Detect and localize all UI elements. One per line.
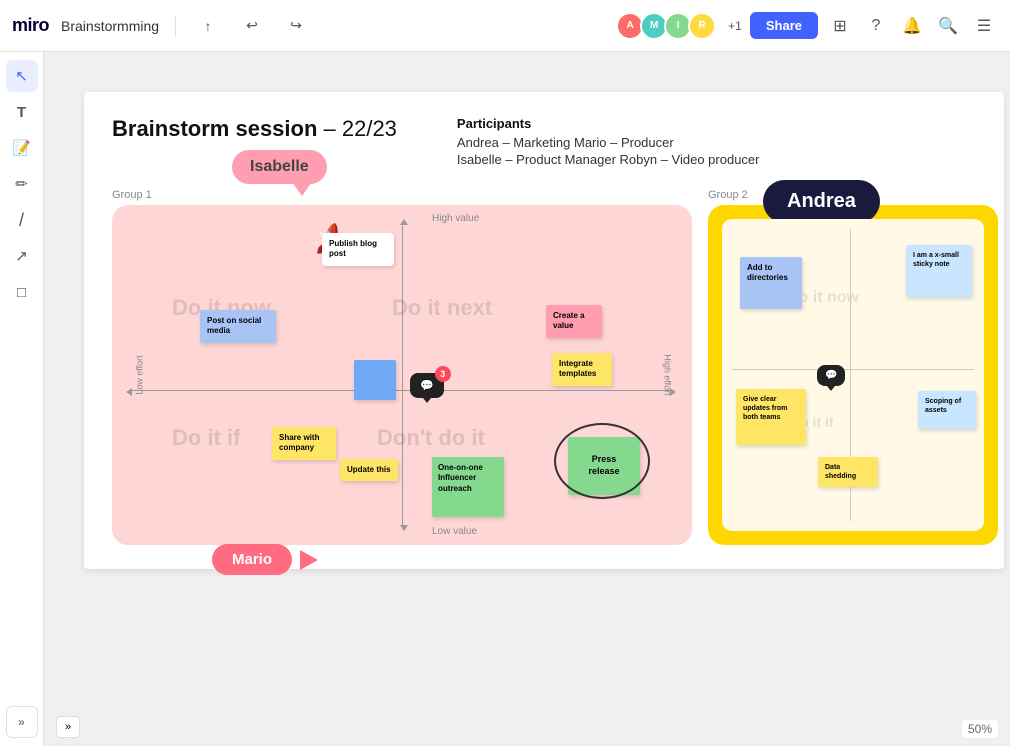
avatar-group: A M I R: [616, 12, 716, 40]
do-it-next-label: Do it next: [392, 295, 492, 321]
pen-tool[interactable]: ✏: [6, 168, 38, 200]
groups-area: Group 1 Isabelle: [112, 189, 976, 545]
avatar-count: +1: [728, 19, 742, 33]
arrow-tool[interactable]: ↗: [6, 240, 38, 272]
chat-badge: 3: [435, 366, 451, 382]
help-icon[interactable]: ?: [862, 12, 890, 40]
low-effort-label: Low effort: [135, 355, 145, 394]
create-sticky[interactable]: Create a value: [546, 305, 602, 338]
apps-icon[interactable]: ☰: [970, 12, 998, 40]
upload-button[interactable]: ↑: [192, 10, 224, 42]
press-release-sticky[interactable]: Press release: [568, 437, 640, 495]
canvas[interactable]: Brainstorm session – 22/23 Participants …: [44, 52, 1010, 746]
group1-label: Group 1: [112, 189, 692, 201]
arrow-down: [400, 525, 408, 531]
participants-row1: Andrea – Marketing Mario – Producer: [457, 135, 760, 150]
high-value-label: High value: [432, 213, 479, 224]
group2-board[interactable]: Andrea Do it now Do it if: [708, 205, 998, 545]
share-button[interactable]: Share: [750, 12, 818, 39]
participants-section: Participants Andrea – Marketing Mario – …: [457, 116, 760, 169]
isabelle-label: Isabelle: [232, 150, 327, 196]
text-tool[interactable]: T: [6, 96, 38, 128]
one-on-one-sticky[interactable]: One-on-one Influencer outreach: [432, 457, 504, 517]
toolbar-right: A M I R +1 Share ⊞ ? 🔔 🔍 ☰: [616, 12, 998, 40]
chat-bubble-group2[interactable]: 💬: [817, 365, 845, 386]
app-logo: miro: [12, 15, 49, 36]
arrow-up: [400, 219, 408, 225]
publish-sticky[interactable]: Publish blog post: [322, 233, 394, 266]
line-tool[interactable]: /: [6, 204, 38, 236]
participants-row2: Isabelle – Product Manager Robyn – Video…: [457, 152, 760, 167]
group1-board[interactable]: Isabelle High value Low value Low effort: [112, 205, 692, 545]
give-sticky[interactable]: Give clear updates from both teams: [736, 389, 806, 445]
social-sticky[interactable]: Post on social media: [200, 310, 276, 343]
group2: Group 2 Andrea Do it now Do it if: [708, 189, 998, 545]
avatar: R: [688, 12, 716, 40]
left-sidebar: ↖ T 📝 ✏ / ↗ □ »: [0, 52, 44, 746]
share-sticky[interactable]: Share with company: [272, 427, 336, 460]
group2-inner: Do it now Do it if Add to directories: [722, 219, 984, 531]
dont-do-it-label: Don't do it: [377, 425, 485, 451]
mario-arrow: [300, 550, 318, 570]
toolbar: miro Brainstormming ↑ ↩ ↪ A M I R +1 Sha…: [0, 0, 1010, 52]
vertical-axis: [402, 225, 403, 525]
select-tool[interactable]: ↖: [6, 60, 38, 92]
board: Brainstorm session – 22/23 Participants …: [84, 92, 1004, 569]
participants-label: Participants: [457, 116, 760, 131]
search-icon[interactable]: 🔍: [934, 12, 962, 40]
high-effort-label: High effort: [662, 354, 672, 395]
integrate-sticky[interactable]: Integrate templates: [552, 353, 612, 386]
mario-bubble: Mario: [212, 544, 292, 575]
scoping-sticky[interactable]: Scoping of assets: [918, 391, 976, 429]
sidebar-expand-bottom[interactable]: »: [56, 716, 80, 738]
mario-label: Mario: [212, 544, 318, 575]
bell-icon[interactable]: 🔔: [898, 12, 926, 40]
isabelle-arrow: [292, 182, 312, 196]
isabelle-bubble: Isabelle: [232, 150, 327, 184]
note-tool[interactable]: 📝: [6, 132, 38, 164]
expand-tools[interactable]: »: [6, 706, 38, 738]
group1: Group 1 Isabelle: [112, 189, 692, 545]
andrea-bubble: Andrea: [763, 180, 880, 223]
zoom-indicator: 50%: [962, 720, 998, 738]
board-title-tab[interactable]: Brainstormming: [61, 18, 159, 34]
undo-button[interactable]: ↩: [236, 10, 268, 42]
separator: [175, 16, 176, 36]
data-sticky[interactable]: Data shedding: [818, 457, 878, 487]
canvas-wrapper: ↖ T 📝 ✏ / ↗ □ » Brainstorm session – 22/…: [0, 52, 1010, 746]
update-sticky[interactable]: Update this: [340, 459, 398, 481]
small-sticky[interactable]: I am a x-small sticky note: [906, 245, 972, 297]
axis-h-2: [732, 369, 974, 370]
add-dir-sticky[interactable]: Add to directories: [740, 257, 802, 309]
blue-square[interactable]: [354, 360, 396, 400]
chat-bubble-group1[interactable]: 💬 3: [410, 373, 444, 398]
redo-button[interactable]: ↪: [280, 10, 312, 42]
shape-tool[interactable]: □: [6, 276, 38, 308]
arrow-left: [126, 388, 132, 396]
low-value-label: Low value: [432, 526, 477, 537]
adjust-icon[interactable]: ⊞: [826, 12, 854, 40]
board-main-title: Brainstorm session – 22/23: [112, 116, 397, 142]
do-it-if-label: Do it if: [172, 425, 240, 451]
